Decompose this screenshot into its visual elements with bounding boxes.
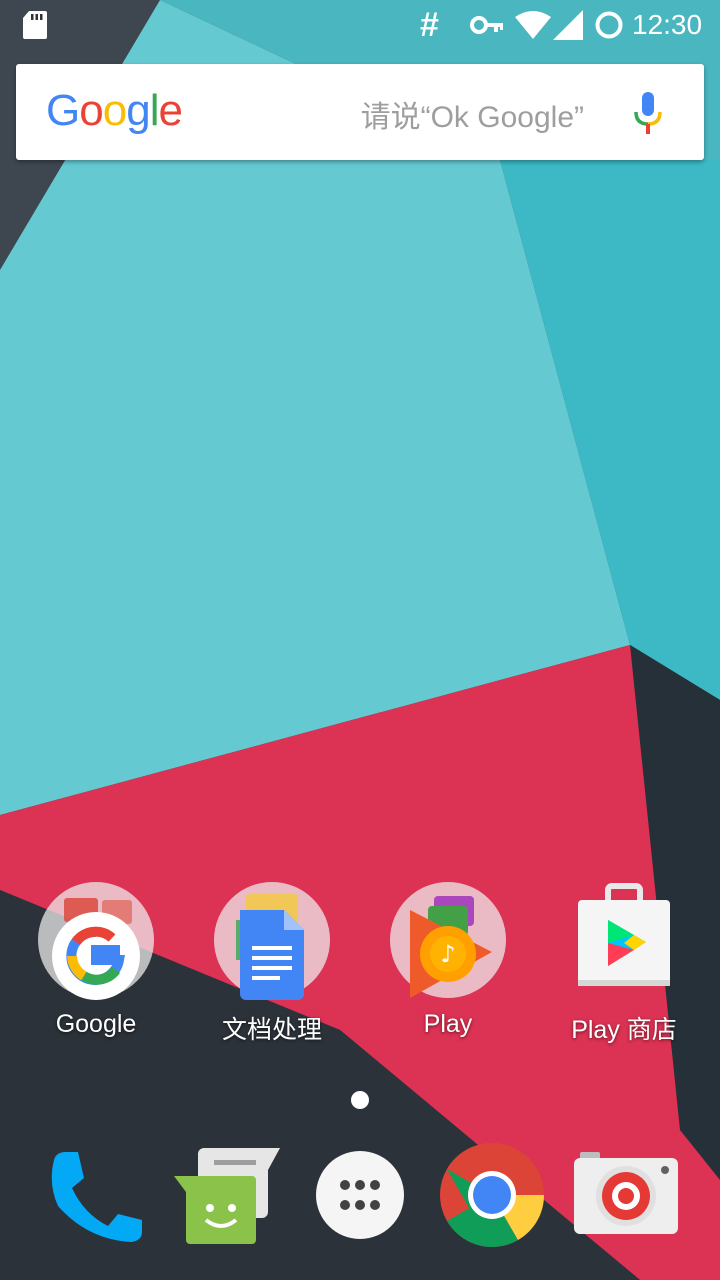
chrome-icon bbox=[440, 1143, 544, 1247]
dock-camera[interactable] bbox=[570, 1140, 680, 1250]
wifi-icon bbox=[515, 0, 551, 50]
app-label: Play 商店 bbox=[571, 1016, 677, 1044]
clock-time: 12:30 bbox=[632, 9, 703, 40]
dock-phone[interactable] bbox=[38, 1140, 148, 1250]
app-google-folder[interactable]: Google bbox=[16, 880, 176, 1039]
google-logo-letter: e bbox=[158, 86, 183, 135]
app-play-folder[interactable]: ♪ Play bbox=[368, 880, 528, 1039]
camera-icon bbox=[574, 1152, 678, 1234]
app-drawer-icon bbox=[316, 1151, 404, 1239]
app-label: 文档处理 bbox=[221, 1016, 322, 1044]
google-logo-letter: G bbox=[46, 86, 80, 135]
app-label: Play bbox=[423, 1010, 473, 1038]
dock-messenger[interactable] bbox=[170, 1140, 280, 1250]
search-hint: 请说“Ok Google” bbox=[360, 101, 584, 134]
mic-icon[interactable] bbox=[632, 90, 664, 136]
messenger-icon bbox=[174, 1148, 280, 1244]
play-store-icon bbox=[564, 880, 684, 1000]
app-play-store[interactable]: Play 商店 bbox=[544, 880, 704, 1046]
google-search-bar[interactable]: Google 请说“Ok Google” bbox=[16, 64, 704, 160]
google-logo: Google bbox=[46, 86, 183, 136]
page-indicator-dot bbox=[351, 1091, 369, 1109]
svg-text:♪: ♪ bbox=[440, 940, 455, 968]
google-logo-letter: o bbox=[79, 86, 104, 135]
dock-chrome[interactable] bbox=[437, 1140, 547, 1250]
play-folder-icon: ♪ bbox=[388, 880, 508, 1000]
google-folder-icon bbox=[36, 880, 156, 1000]
app-docs-folder[interactable]: 文档处理 bbox=[192, 880, 352, 1046]
app-label: Google bbox=[55, 1010, 137, 1038]
status-bar: # 12:30 bbox=[0, 0, 720, 50]
hash-icon: # bbox=[420, 5, 439, 44]
google-logo-letter: g bbox=[126, 86, 151, 135]
wallpaper bbox=[0, 0, 720, 1280]
vpn-key-icon bbox=[470, 0, 504, 50]
battery-icon bbox=[594, 0, 624, 50]
docs-folder-icon bbox=[212, 880, 332, 1000]
google-logo-letter: o bbox=[102, 86, 128, 135]
dock-app-drawer[interactable] bbox=[305, 1140, 415, 1250]
phone-icon bbox=[51, 1152, 142, 1242]
sd-card-icon bbox=[22, 0, 48, 50]
signal-icon bbox=[553, 0, 583, 50]
